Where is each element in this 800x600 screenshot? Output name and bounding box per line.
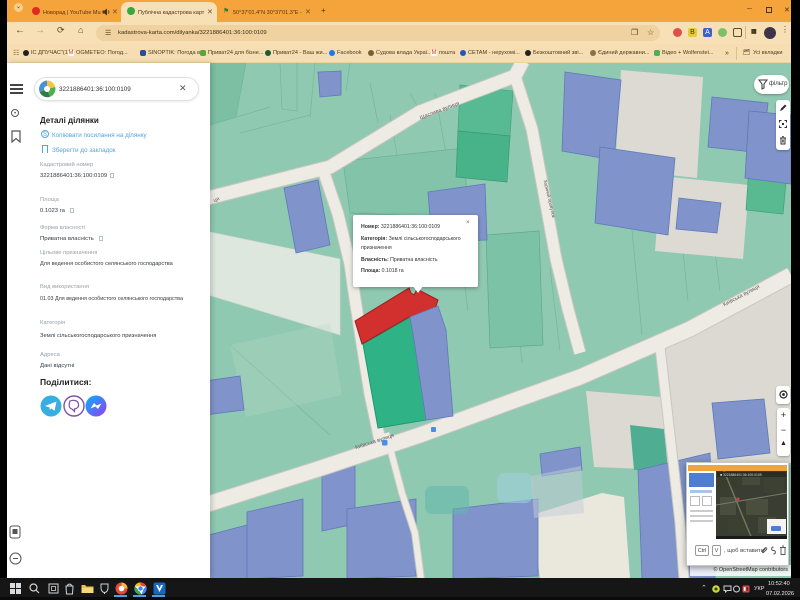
- svg-text:■ 3221886401:36:100:0109: ■ 3221886401:36:100:0109: [720, 473, 762, 477]
